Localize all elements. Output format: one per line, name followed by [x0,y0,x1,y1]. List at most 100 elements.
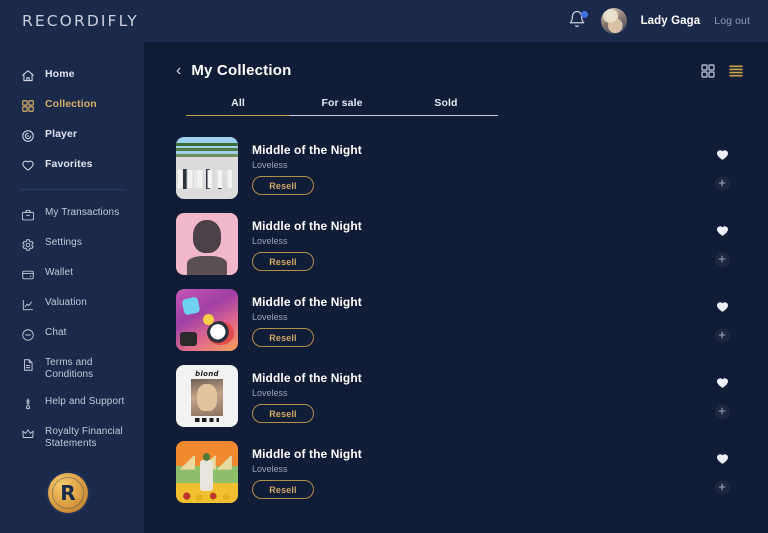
sidebar-item-label: Player [45,128,78,140]
sidebar-item-label: Help and Support [45,396,125,407]
add-button[interactable] [714,327,730,343]
album-cover[interactable] [176,289,238,351]
album-cover[interactable]: blond [176,365,238,427]
track-artist: Loveless [252,388,288,398]
tab-for-sale[interactable]: For sale [290,97,394,116]
sidebar-item-wallet[interactable]: Wallet [0,259,144,289]
sidebar-item-label: Valuation [45,297,87,308]
tab-sold[interactable]: Sold [394,97,498,116]
sidebar-item-help-and-support[interactable]: Help and Support [0,388,144,418]
track-artist: Loveless [252,160,288,170]
app-root: RECORDIFLY Lady Gaga Log out Home Collec… [0,0,768,533]
home-icon [20,68,35,83]
sidebar-item-label: Chat [45,327,67,338]
grid-icon [20,98,35,113]
track-title: Middle of the Night [252,371,362,385]
sidebar-item-royalty-financial-statements[interactable]: Royalty Financial Statements [0,418,144,457]
track-actions [700,146,744,191]
view-toggle-group [700,63,744,79]
document-icon [20,357,35,372]
sidebar-item-home[interactable]: Home [0,60,144,90]
brand-coin-letter: R [60,480,76,505]
add-button[interactable] [714,175,730,191]
resell-button[interactable]: Resell [252,252,314,271]
track-info: Middle of the Night Loveless Resell [252,445,686,499]
page-header: ‹ My Collection [176,62,744,79]
sidebar-item-favorites[interactable]: Favorites [0,150,144,180]
sidebar-item-label: Favorites [45,158,93,170]
resell-button[interactable]: Resell [252,176,314,195]
sidebar-item-terms-and-conditions[interactable]: Terms and Conditions [0,349,144,388]
album-art-image [176,137,238,199]
notifications-button[interactable] [567,10,588,31]
add-button[interactable] [714,403,730,419]
avatar[interactable] [600,8,627,34]
add-button[interactable] [714,251,730,267]
sidebar-item-chat[interactable]: Chat [0,319,144,349]
crown-icon [20,426,35,441]
chat-bubble-icon [20,327,35,342]
logout-button[interactable]: Log out [714,15,750,27]
app-logo: RECORDIFLY [22,12,139,30]
album-art-image [176,213,238,275]
table-row[interactable]: Middle of the Night Loveless Resell [176,206,744,282]
favorite-heart-icon[interactable] [715,224,730,239]
track-actions [700,222,744,267]
briefcase-icon [20,207,35,222]
sidebar-divider [20,189,126,190]
sidebar-item-player[interactable]: Player [0,120,144,150]
sidebar-item-collection[interactable]: Collection [0,90,144,120]
track-title: Middle of the Night [252,143,362,157]
sidebar-item-label: My Transactions [45,207,120,218]
collection-list: Middle of the Night Loveless Resell Midd… [176,130,744,510]
track-actions [700,450,744,495]
favorite-heart-icon[interactable] [715,376,730,391]
main-content: ‹ My Collection All For sale Sold Middle… [144,42,768,533]
album-art-image [176,289,238,351]
brand-coin-logo: R [48,473,88,513]
list-view-toggle[interactable] [728,63,744,79]
disc-icon [20,128,35,143]
resell-button[interactable]: Resell [252,404,314,423]
table-row[interactable]: blond Middle of the Night Loveless Resel… [176,358,744,434]
favorite-heart-icon[interactable] [715,300,730,315]
add-button[interactable] [714,479,730,495]
chevron-left-icon[interactable]: ‹ [176,62,181,79]
sidebar-item-label: Home [45,68,75,80]
username-label: Lady Gaga [640,15,701,27]
sidebar-item-label: Collection [45,98,97,110]
sidebar-item-valuation[interactable]: Valuation [0,289,144,319]
page-title: My Collection [191,62,292,79]
sidebar-item-label: Wallet [45,267,74,278]
top-bar-actions: Lady Gaga Log out [567,8,750,34]
wallet-icon [20,267,35,282]
album-cover[interactable] [176,441,238,503]
heart-icon [20,158,35,173]
album-cover[interactable] [176,137,238,199]
collection-tabs: All For sale Sold [186,97,498,116]
track-title: Middle of the Night [252,447,362,461]
track-actions [700,374,744,419]
table-row[interactable]: Middle of the Night Loveless Resell [176,282,744,358]
track-info: Middle of the Night Loveless Resell [252,293,686,347]
sidebar-item-my-transactions[interactable]: My Transactions [0,199,144,229]
sidebar: Home Collection Player Favorites My Tran… [0,42,144,533]
album-art-image: blond [176,365,238,427]
track-info: Middle of the Night Loveless Resell [252,217,686,271]
tab-all[interactable]: All [186,97,290,116]
favorite-heart-icon[interactable] [715,148,730,163]
tabs-active-underline [186,114,290,116]
favorite-heart-icon[interactable] [715,452,730,467]
sidebar-footer: R [0,473,144,533]
sidebar-item-settings[interactable]: Settings [0,229,144,259]
sidebar-item-label: Settings [45,237,82,248]
resell-button[interactable]: Resell [252,480,314,499]
track-artist: Loveless [252,312,288,322]
album-art-image [176,441,238,503]
table-row[interactable]: Middle of the Night Loveless Resell [176,130,744,206]
album-cover[interactable] [176,213,238,275]
grid-view-toggle[interactable] [700,63,716,79]
resell-button[interactable]: Resell [252,328,314,347]
track-info: Middle of the Night Loveless Resell [252,369,686,423]
table-row[interactable]: Middle of the Night Loveless Resell [176,434,744,510]
